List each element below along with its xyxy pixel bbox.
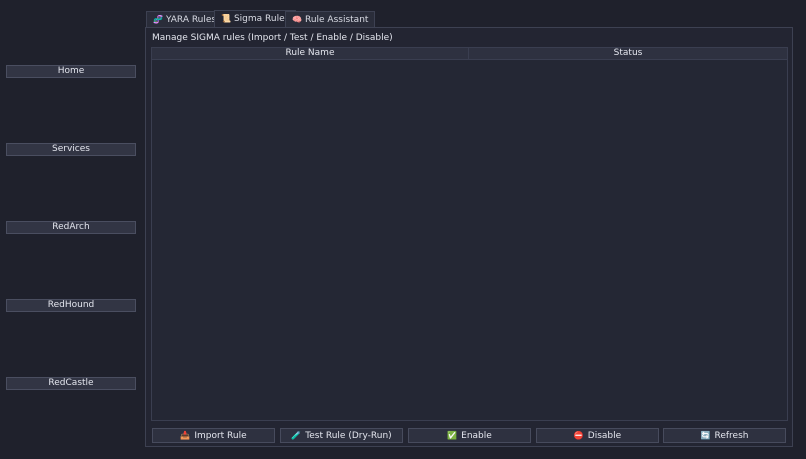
- button-label: Test Rule (Dry-Run): [305, 431, 392, 441]
- test-rule-button[interactable]: 🧪 Test Rule (Dry-Run): [280, 428, 403, 443]
- brain-icon: 🧠: [292, 15, 302, 24]
- tab-yara-rules[interactable]: 🧬 YARA Rules: [146, 11, 224, 27]
- rules-table[interactable]: Rule Name Status: [151, 47, 788, 421]
- tab-label: Sigma Rules: [233, 14, 290, 24]
- tab-label: YARA Rules: [165, 15, 217, 25]
- sigma-rules-pane: Manage SIGMA rules (Import / Test / Enab…: [145, 27, 793, 447]
- check-icon: ✅: [447, 431, 458, 440]
- tab-label: Rule Assistant: [304, 15, 369, 25]
- scroll-icon: 📜: [221, 14, 231, 23]
- nav-services-button[interactable]: Services: [6, 143, 136, 156]
- nav-redarch-button[interactable]: RedArch: [6, 221, 136, 234]
- inbox-tray-icon: 📥: [180, 431, 191, 440]
- import-rule-button[interactable]: 📥 Import Rule: [152, 428, 275, 443]
- enable-button[interactable]: ✅ Enable: [408, 428, 531, 443]
- button-label: Refresh: [714, 431, 749, 441]
- disable-button[interactable]: ⛔ Disable: [536, 428, 659, 443]
- column-header-rule-name[interactable]: Rule Name: [152, 48, 469, 59]
- button-label: Disable: [587, 431, 622, 441]
- column-header-status[interactable]: Status: [469, 48, 787, 59]
- button-label: Import Rule: [194, 431, 247, 441]
- tab-sigma-rules[interactable]: 📜 Sigma Rules: [214, 10, 297, 27]
- nav-home-button[interactable]: Home: [6, 65, 136, 78]
- refresh-icon: 🔄: [700, 431, 711, 440]
- dna-icon: 🧬: [153, 15, 163, 24]
- test-tube-icon: 🧪: [291, 431, 302, 440]
- refresh-button[interactable]: 🔄 Refresh: [663, 428, 786, 443]
- table-header: Rule Name Status: [152, 48, 787, 60]
- pane-description: Manage SIGMA rules (Import / Test / Enab…: [152, 33, 393, 43]
- nav-redcastle-button[interactable]: RedCastle: [6, 377, 136, 390]
- no-entry-icon: ⛔: [573, 431, 584, 440]
- nav-redhound-button[interactable]: RedHound: [6, 299, 136, 312]
- tab-rule-assistant[interactable]: 🧠 Rule Assistant: [285, 11, 376, 27]
- button-label: Enable: [461, 431, 492, 441]
